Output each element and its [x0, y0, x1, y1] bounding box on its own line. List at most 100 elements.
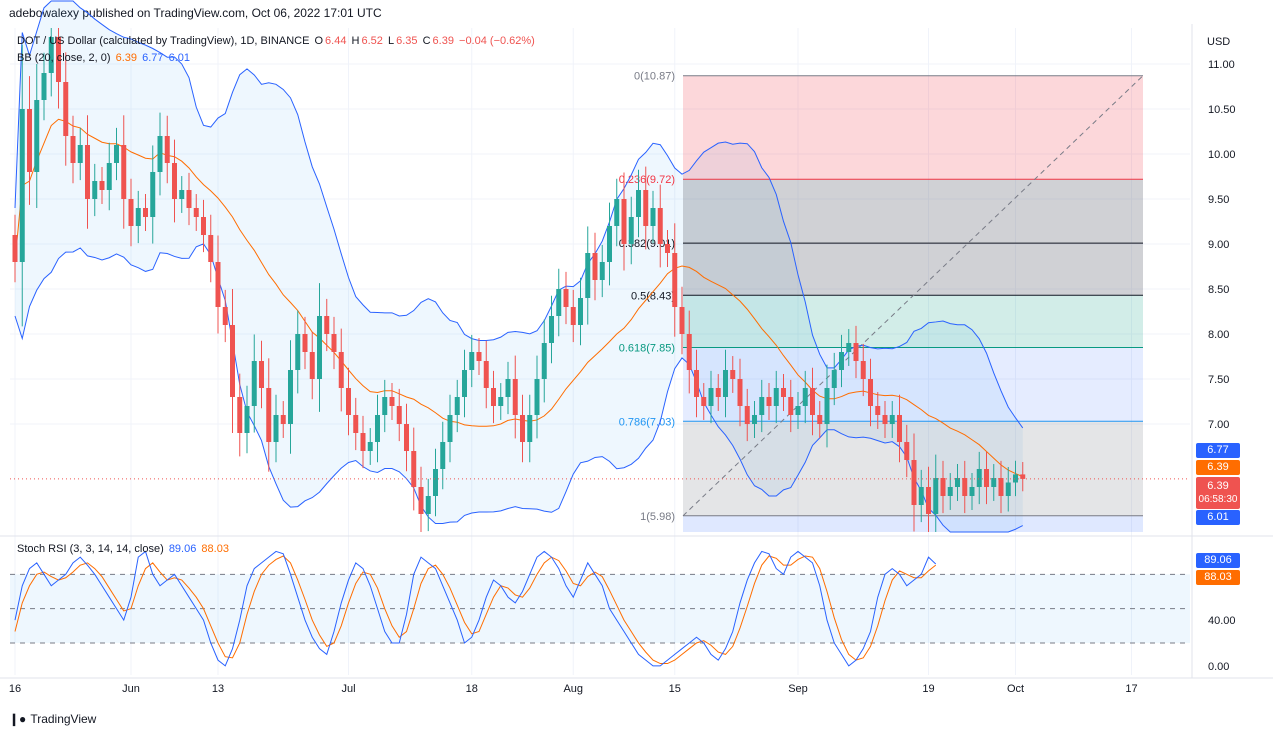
y-tick-label: 10.50	[1208, 104, 1236, 116]
rsi-legend: Stoch RSI (3, 3, 14, 14, close) 89.06 88…	[17, 543, 231, 555]
y-tick-label: 7.50	[1208, 374, 1229, 386]
candle-body	[592, 253, 598, 280]
candle-body	[273, 415, 279, 442]
candle-body	[628, 217, 634, 244]
tradingview-icon: ❙●	[9, 712, 27, 726]
high-label: H	[351, 35, 360, 47]
fib-zone-below	[683, 515, 1143, 532]
candle-body	[215, 262, 221, 307]
candle-body	[897, 415, 902, 442]
candle-body	[614, 199, 620, 226]
x-tick-label: 13	[212, 683, 224, 695]
symbol-description[interactable]: DOT / US Dollar (calculated by TradingVi…	[17, 35, 309, 47]
bb-basis-value: 6.39	[115, 52, 138, 64]
candle-body	[766, 397, 772, 406]
change-value: −0.04 (−0.62%)	[459, 35, 535, 47]
candle-body	[752, 415, 757, 424]
bb-upper-value: 6.77	[142, 52, 164, 64]
candle-body	[882, 415, 888, 424]
low-label: L	[387, 35, 395, 47]
candle-body	[360, 433, 366, 451]
candle-body	[179, 190, 185, 199]
currency-label: USD	[1207, 36, 1230, 48]
candle-body	[563, 289, 569, 307]
candle-body	[846, 343, 852, 352]
candle-body	[396, 406, 402, 424]
last-price-tag: 6.39 06:58:30	[1196, 477, 1240, 509]
candle-body	[114, 145, 119, 163]
candle-body	[853, 343, 859, 361]
candle-body	[92, 181, 98, 199]
chart-canvas[interactable]: 11.00 10.50 10.00 9.50 9.00 8.50 8.00 7.50 7.00 1…	[0, 0, 1273, 738]
x-tick-label: 18	[466, 683, 478, 695]
last-price-value: 6.39	[1207, 480, 1229, 492]
candle-body	[266, 388, 272, 442]
candle-body	[672, 253, 678, 307]
candle-body	[411, 451, 417, 487]
candle-body	[1013, 474, 1018, 483]
bb-legend: BB (20, close, 2, 0) 6.39 6.77 6.01	[17, 52, 192, 64]
candle-body	[607, 226, 612, 262]
rsi-label[interactable]: Stoch RSI (3, 3, 14, 14, close)	[17, 543, 164, 555]
candle-body	[556, 289, 562, 316]
candle-body	[462, 370, 467, 397]
bar-countdown: 06:58:30	[1198, 494, 1238, 505]
candle-body	[19, 109, 25, 262]
fib-level-label: 0.236(9.72)	[619, 174, 675, 186]
rsi-d-tag: 88.03	[1196, 570, 1240, 585]
candle-body	[831, 370, 837, 388]
candle-body	[708, 388, 714, 406]
candle-body	[701, 397, 707, 406]
y-tick-label: 7.00	[1208, 419, 1229, 431]
candle-body	[781, 388, 786, 397]
candle-body	[295, 334, 301, 370]
candle-body	[933, 478, 939, 514]
candle-body	[259, 361, 264, 388]
candle-body	[549, 316, 554, 343]
candle-body	[665, 244, 670, 253]
candle-body	[128, 199, 134, 226]
open-label: O	[314, 35, 324, 47]
candle-body	[454, 397, 460, 415]
x-tick-label: Aug	[563, 683, 583, 695]
candle-body	[433, 469, 438, 496]
candle-body	[984, 469, 989, 487]
tradingview-logo[interactable]: ❙● TradingView	[9, 712, 96, 726]
y-tick-label: 8.50	[1208, 284, 1229, 296]
tradingview-brand: TradingView	[30, 712, 97, 726]
candle-body	[375, 415, 380, 442]
candle-body	[251, 361, 257, 406]
candle-body	[483, 361, 489, 388]
x-tick-label: Jun	[122, 683, 140, 695]
candle-body	[759, 397, 765, 415]
candle-body	[599, 262, 605, 280]
y-tick-label: 8.00	[1208, 329, 1229, 341]
candle-body	[106, 163, 112, 190]
candle-body	[788, 397, 794, 415]
candle-body	[150, 172, 156, 217]
candle-body	[99, 181, 105, 190]
candle-body	[868, 379, 873, 406]
candle-body	[962, 478, 968, 496]
candle-body	[918, 487, 924, 505]
candle-body	[41, 73, 47, 100]
candle-body	[440, 442, 446, 469]
candle-body	[230, 325, 235, 397]
candle-body	[172, 163, 177, 199]
candle-body	[77, 145, 83, 163]
candle-body	[860, 361, 866, 379]
candle-body	[643, 190, 649, 226]
candle-body	[193, 208, 199, 217]
candle-body	[947, 487, 953, 496]
candle-body	[324, 316, 330, 334]
candle-body	[135, 208, 141, 226]
candle-body	[636, 190, 641, 217]
bb-label[interactable]: BB (20, close, 2, 0)	[17, 52, 111, 64]
candle-body	[810, 388, 815, 415]
fib-zone	[683, 75, 1143, 180]
bb-upper-tag: 6.77	[1196, 443, 1240, 458]
x-tick-label: 17	[1125, 683, 1137, 695]
candle-body	[955, 478, 960, 487]
candle-body	[534, 379, 540, 415]
candle-body	[34, 100, 40, 172]
